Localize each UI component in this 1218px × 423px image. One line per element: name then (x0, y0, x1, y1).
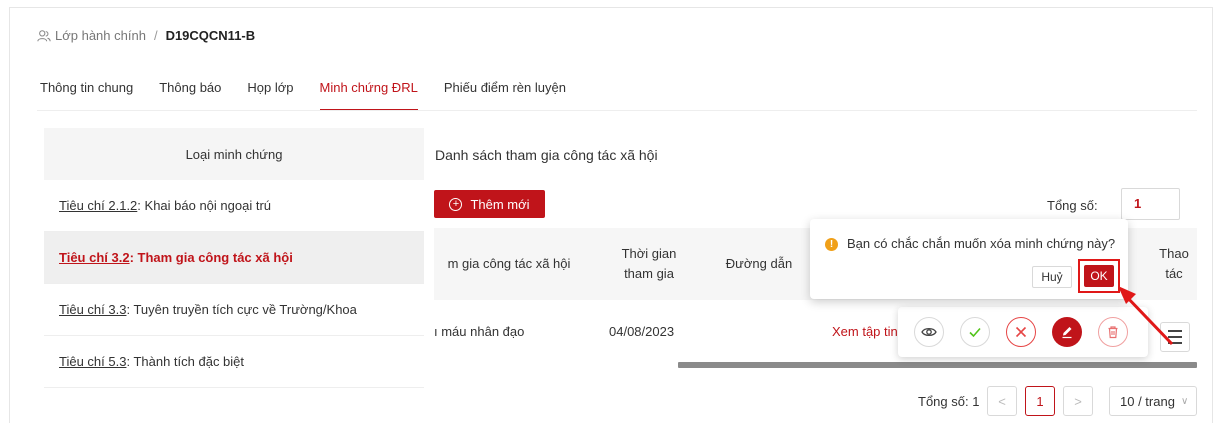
total-count-field: 1 (1121, 188, 1180, 220)
criterion-label: : Tham gia công tác xã hội (129, 250, 293, 265)
criterion-code: Tiêu chí 3.2 (59, 250, 130, 265)
exclamation-circle-icon: ! (825, 238, 838, 251)
breadcrumb-parent[interactable]: Lớp hành chính (55, 28, 146, 43)
evidence-type-header: Loại minh chứng (44, 128, 424, 180)
delete-confirm-popover: ! Bạn có chắc chắn muốn xóa minh chứng n… (810, 219, 1128, 299)
column-header-actions: Thao tác (1152, 244, 1196, 284)
chevron-down-icon: ∨ (1180, 395, 1189, 407)
close-icon (1015, 326, 1027, 338)
column-header-time-line1: Thời gian (621, 246, 677, 261)
plus-circle-icon: + (449, 197, 463, 211)
horizontal-scrollbar[interactable] (678, 362, 1197, 368)
criterion-code: Tiêu chí 5.3 (59, 354, 127, 369)
tab-drl-evidence[interactable]: Minh chứng ĐRL (319, 71, 419, 111)
criterion-3-2[interactable]: Tiêu chí 3.2: Tham gia công tác xã hội (44, 232, 424, 284)
column-header-time: Thời gian tham gia (604, 244, 694, 284)
criterion-label: : Tuyên truyền tích cực về Trường/Khoa (126, 302, 357, 317)
tab-notifications[interactable]: Thông báo (159, 71, 221, 111)
tab-bar: Thông tin chung Thông báo Họp lớp Minh c… (40, 71, 592, 111)
users-icon (37, 29, 51, 41)
add-new-button[interactable]: + Thêm mới (434, 190, 545, 218)
confirm-message: Bạn có chắc chắn muốn xóa minh chứng này… (847, 236, 1116, 251)
criterion-3-3[interactable]: Tiêu chí 3.3: Tuyên truyền tích cực về T… (44, 284, 424, 336)
criterion-5-3[interactable]: Tiêu chí 5.3: Thành tích đặc biệt (44, 336, 424, 388)
page-size-value: 10 / trang (1120, 393, 1175, 409)
add-new-label: Thêm mới (470, 196, 530, 212)
column-header-actions-line2: tác (1165, 266, 1183, 281)
column-header-link: Đường dẫn (725, 256, 793, 271)
view-button[interactable] (914, 317, 944, 347)
check-icon (969, 327, 981, 338)
criterion-label: : Khai báo nội ngoại trú (137, 198, 272, 213)
criterion-code: Tiêu chí 2.1.2 (59, 198, 138, 213)
cancel-button[interactable]: Huỷ (1032, 266, 1072, 288)
reject-button[interactable] (1006, 317, 1036, 347)
tab-general-info[interactable]: Thông tin chung (40, 71, 133, 111)
criterion-2-1-2[interactable]: Tiêu chí 2.1.2: Khai báo nội ngoại trú (44, 180, 424, 232)
pagination-next-button[interactable]: > (1063, 386, 1093, 416)
section-title: Danh sách tham gia công tác xã hội (435, 147, 658, 163)
tab-class-meeting[interactable]: Họp lớp (247, 71, 293, 111)
criterion-code: Tiêu chí 3.3 (59, 302, 127, 317)
column-header-activity: m gia công tác xã hội (447, 256, 571, 271)
breadcrumb-separator: / (153, 28, 158, 43)
cell-file-link[interactable]: Xem tập tin (832, 324, 898, 339)
eye-icon (921, 327, 937, 337)
edit-icon (1062, 327, 1072, 339)
edit-button[interactable] (1052, 317, 1082, 347)
breadcrumb-current: D19CQCN11-B (165, 28, 256, 43)
column-header-time-line2: tham gia (624, 266, 674, 281)
total-label: Tổng số: (1047, 198, 1098, 213)
cell-date: 04/08/2023 (609, 324, 675, 339)
tab-divider (37, 110, 1197, 111)
page-size-select[interactable]: 10 / trang ∨ (1109, 386, 1197, 416)
breadcrumb: Lớp hành chính / D19CQCN11-B (37, 28, 255, 43)
column-header-actions-line1: Thao (1159, 246, 1189, 261)
pagination-total: Tổng số: 1 (918, 394, 980, 409)
annotation-arrow-icon (1118, 286, 1174, 346)
cell-activity: ı máu nhân đạo (434, 324, 525, 339)
criterion-label: : Thành tích đặc biệt (126, 354, 245, 369)
pagination-page-1[interactable]: 1 (1025, 386, 1055, 416)
evidence-type-panel: Loại minh chứng Tiêu chí 2.1.2: Khai báo… (44, 128, 424, 388)
tab-training-score[interactable]: Phiếu điểm rèn luyện (444, 71, 566, 111)
approve-button[interactable] (960, 317, 990, 347)
pagination-prev-button[interactable]: < (987, 386, 1017, 416)
